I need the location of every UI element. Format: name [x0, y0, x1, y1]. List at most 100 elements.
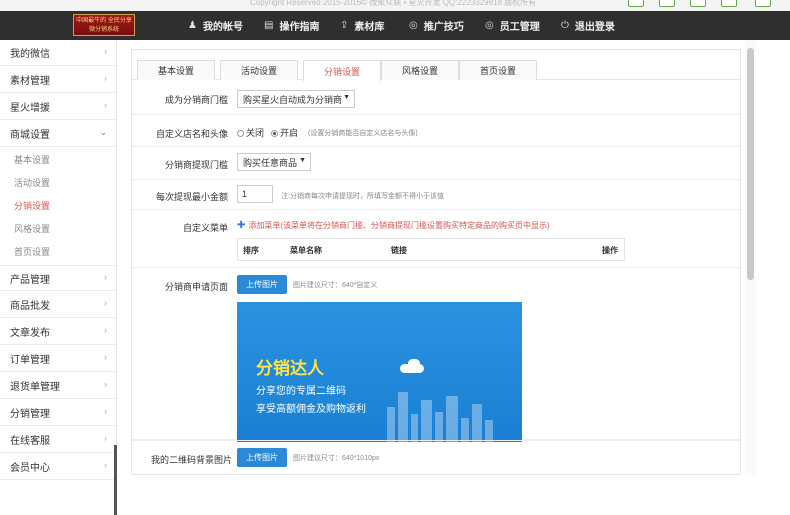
power-icon: ⏻	[561, 20, 569, 31]
banner-line-1: 分享您的专属二维码	[256, 386, 346, 397]
chevron-right-icon: ›	[104, 352, 107, 362]
upload-apply-button[interactable]: 上传图片	[237, 275, 287, 294]
tab-distribution[interactable]: 分销设置	[303, 60, 381, 81]
building-shape	[472, 404, 482, 442]
custom-name-label: 自定义店名和头像	[155, 129, 228, 139]
chevron-right-icon: ›	[104, 46, 107, 56]
menu-col-order: 排序	[243, 245, 259, 255]
chevron-down-icon: ⌄	[99, 127, 107, 137]
building-shape	[411, 414, 418, 442]
qr-image-hint: 图片建议尺寸：640*1010px	[293, 455, 380, 462]
radio-on[interactable]: 开启	[271, 126, 298, 139]
settings-icon[interactable]	[755, 0, 771, 7]
sidebar-item-distribution[interactable]: 分销管理 ›	[0, 400, 116, 426]
sidebar-sub-home[interactable]: 首页设置	[0, 240, 116, 263]
sidebar-item-articles[interactable]: 文章发布 ›	[0, 319, 116, 345]
tab-home[interactable]: 首页设置	[459, 60, 537, 80]
building-shape	[435, 412, 443, 442]
tab-activity[interactable]: 活动设置	[220, 60, 298, 80]
sidebar-item-materials[interactable]: 素材管理 ›	[0, 67, 116, 93]
radio-off[interactable]: 关闭	[237, 126, 264, 139]
radio-on-dot[interactable]	[271, 130, 278, 137]
apply-page-label: 分销商申请页面	[164, 282, 228, 292]
window-icon[interactable]	[628, 0, 644, 7]
nav-promo-tips[interactable]: ◎ 推广技巧	[409, 11, 464, 40]
building-shape	[446, 396, 458, 442]
chevron-right-icon: ›	[104, 272, 107, 282]
building-shape	[398, 392, 408, 442]
caret-down-icon: ▼	[299, 157, 306, 164]
chevron-right-icon: ›	[104, 325, 107, 335]
chevron-right-icon: ›	[104, 73, 107, 83]
building-shape	[421, 400, 432, 442]
user-icon: ♟	[188, 20, 197, 31]
nav-my-account[interactable]: ♟ 我的帐号	[188, 11, 243, 40]
banner-line-2: 享受高额佣金及购物返利	[256, 404, 366, 415]
chevron-right-icon: ›	[104, 406, 107, 416]
main-panel: 基本设置 活动设置 分销设置 风格设置 首页设置 成为分销商门槛 购买星火自动成…	[131, 49, 741, 475]
withdraw-label: 分销商提现门槛	[164, 160, 228, 170]
chevron-right-icon: ›	[104, 298, 107, 308]
building-shape	[461, 418, 469, 442]
row-min-amount: 每次提现最小金额 1 注:分销商每次申请提现时，所填写金额不得小于该值	[132, 180, 740, 210]
chevron-right-icon: ›	[104, 460, 107, 470]
expand-icon[interactable]	[659, 0, 675, 7]
row-threshold: 成为分销商门槛 购买星火自动成为分销商 ▼	[132, 81, 740, 115]
grid-icon[interactable]	[690, 0, 706, 7]
tab-style[interactable]: 风格设置	[381, 60, 459, 80]
sidebar: 我的微信 › 素材管理 › 星火增援 › 商城设置 ⌄ 基本设置 活动设置 分销设置 风…	[0, 40, 117, 515]
page-scrollbar[interactable]	[747, 48, 754, 280]
sidebar-item-service[interactable]: 在线客服 ›	[0, 427, 116, 453]
building-shape	[485, 420, 493, 442]
min-amount-hint: 注:分销商每次申请提现时，所填写金额不得小于该值	[281, 193, 444, 200]
threshold-label: 成为分销商门槛	[164, 95, 228, 105]
sidebar-item-products[interactable]: 产品管理 ›	[0, 265, 116, 291]
nav-materials[interactable]: ⇪ 素材库	[340, 11, 384, 40]
sidebar-sub-distribution[interactable]: 分销设置	[0, 194, 116, 217]
add-menu-link[interactable]: ✚ 添加菜单(该菜单将在分销商门槛、分销商提现门槛设置购买特定商品的购买页中显示)	[237, 220, 550, 231]
sidebar-item-orders[interactable]: 订单管理 ›	[0, 346, 116, 372]
menu-col-link: 链接	[391, 245, 407, 255]
nav-guide[interactable]: ▤ 操作指南	[264, 11, 319, 40]
sidebar-item-returns[interactable]: 退货单管理 ›	[0, 373, 116, 399]
sidebar-sub-activity[interactable]: 活动设置	[0, 171, 116, 194]
sidebar-item-wholesale[interactable]: 商品批发 ›	[0, 292, 116, 318]
sidebar-sub-style[interactable]: 风格设置	[0, 217, 116, 240]
upload-qr-button[interactable]: 上传图片	[237, 448, 287, 467]
nav-logout[interactable]: ⏻ 退出登录	[561, 11, 615, 40]
qr-bg-label: 我的二维码背景图片	[150, 455, 232, 465]
brand-logo[interactable]: 中国最牛的 全民分享微分销系统	[73, 14, 135, 36]
apply-image-hint: 图片建议尺寸：640*自定义	[293, 282, 378, 289]
upload-icon: ⇪	[340, 20, 349, 31]
tab-basic[interactable]: 基本设置	[137, 60, 215, 80]
withdraw-select[interactable]: 购买任意商品 ▼	[237, 153, 311, 171]
threshold-select[interactable]: 购买星火自动成为分销商 ▼	[237, 90, 355, 108]
sidebar-item-members[interactable]: 会员中心 ›	[0, 454, 116, 480]
sidebar-item-my-wechat[interactable]: 我的微信 ›	[0, 40, 116, 66]
chevron-right-icon: ›	[104, 379, 107, 389]
sidebar-scrollbar[interactable]	[114, 445, 117, 515]
sidebar-item-support[interactable]: 星火增援 ›	[0, 94, 116, 120]
book-icon: ▤	[264, 20, 274, 31]
row-custom-name: 自定义店名和头像 关闭 开启 (设置分销商能否自定义店名与头像)	[132, 115, 740, 147]
row-withdraw: 分销商提现门槛 购买任意商品 ▼	[132, 147, 740, 180]
radio-off-dot[interactable]	[237, 130, 244, 137]
menu-table: 排序 菜单名称 链接 操作	[237, 238, 625, 261]
sidebar-item-shop-settings[interactable]: 商城设置 ⌄	[0, 121, 116, 147]
plus-icon: ✚	[237, 220, 246, 231]
mail-icon[interactable]	[721, 0, 737, 7]
tab-bar: 基本设置 活动设置 分销设置 风格设置 首页设置	[132, 50, 740, 81]
menu-col-name: 菜单名称	[290, 245, 322, 255]
top-strip: Copyright Reserved 2015-2016© 微聚众联 • 星火开…	[0, 0, 790, 11]
cloud-icon	[408, 359, 420, 368]
top-navbar: 中国最牛的 全民分享微分销系统 ♟ 我的帐号 ▤ 操作指南 ⇪ 素材库 ◎ 推广技巧 ◎…	[0, 11, 790, 40]
chevron-right-icon: ›	[104, 100, 107, 110]
nav-staff[interactable]: ◎ 员工管理	[485, 11, 540, 40]
min-amount-label: 每次提现最小金额	[155, 192, 228, 202]
sidebar-sub-basic[interactable]: 基本设置	[0, 148, 116, 171]
min-amount-input[interactable]: 1	[237, 185, 273, 203]
custom-name-hint: (设置分销商能否自定义店名与头像)	[308, 130, 418, 137]
custom-menu-label: 自定义菜单	[182, 223, 228, 233]
apply-banner-image: 分销达人 分享您的专属二维码 享受高额佣金及购物返利	[237, 302, 522, 442]
menu-col-action: 操作	[602, 245, 618, 255]
